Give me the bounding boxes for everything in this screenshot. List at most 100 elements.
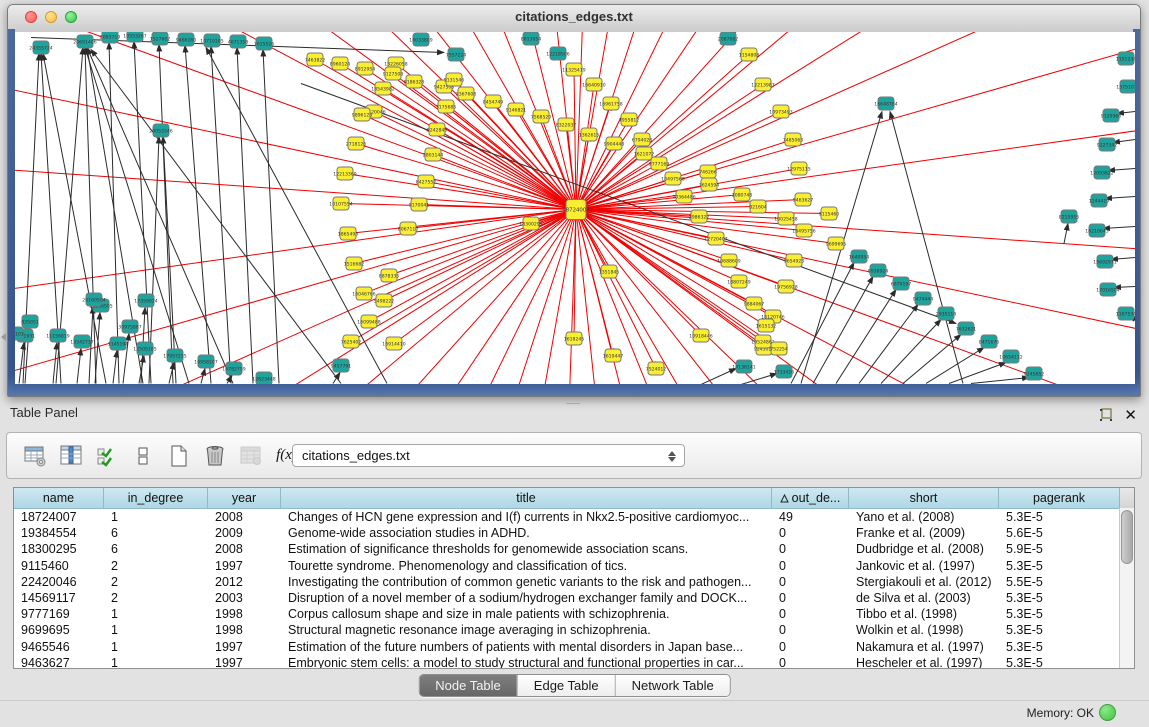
graph-edge[interactable] <box>159 45 173 384</box>
table-cell[interactable]: 0 <box>772 558 849 574</box>
table-cell[interactable]: 0 <box>772 606 849 622</box>
graph-edge[interactable] <box>574 70 576 210</box>
table-cell[interactable]: 0 <box>772 574 849 590</box>
table-cell[interactable]: Estimation of the future numbers of pati… <box>281 639 772 655</box>
network-view-window[interactable]: citations_edges.txt 24355724206914062093… <box>7 4 1141 397</box>
graph-edge[interactable] <box>206 48 387 384</box>
table-cell[interactable]: 2003 <box>208 590 281 606</box>
table-cell[interactable]: 22420046 <box>14 574 104 590</box>
table-cell[interactable]: de Silva et al. (2003) <box>849 590 999 606</box>
table-cell[interactable]: 2008 <box>208 541 281 557</box>
table-cell[interactable]: 6 <box>104 541 208 557</box>
graph-edge[interactable] <box>87 48 233 384</box>
table-cell[interactable]: Structural magnetic resonance image aver… <box>281 622 772 638</box>
graph-edge[interactable] <box>1113 140 1135 143</box>
graph-edge[interactable] <box>1108 169 1135 171</box>
table-row[interactable]: 1872400712008Changes of HCN gene express… <box>14 509 1134 525</box>
network-window-titlebar[interactable]: citations_edges.txt <box>8 5 1140 30</box>
graph-edge[interactable] <box>1064 224 1068 244</box>
table-row[interactable]: 969969511998Structural magnetic resonanc… <box>14 622 1134 638</box>
column-header-out-degree[interactable]: out_de... <box>772 488 849 508</box>
graph-edge[interactable] <box>163 137 176 384</box>
table-cell[interactable]: 2 <box>104 558 208 574</box>
table-cell[interactable]: 5.3E-5 <box>999 622 1120 638</box>
network-graph[interactable]: 2435572420691406209371910553267152760294… <box>15 32 1135 384</box>
table-cell[interactable]: Investigating the contribution of common… <box>281 574 772 590</box>
tab-edge-table[interactable]: Edge Table <box>517 675 615 696</box>
table-cell[interactable]: 0 <box>772 622 849 638</box>
table-row[interactable]: 911546021997Tourette syndrome. Phenomeno… <box>14 558 1134 574</box>
table-cell[interactable]: Dudbridge et al. (2008) <box>849 541 999 557</box>
column-header-in-degree[interactable]: in_degree <box>104 488 208 508</box>
tab-node-table[interactable]: Node Table <box>419 675 517 696</box>
graph-edge[interactable] <box>1105 197 1135 199</box>
table-cell[interactable]: 9465546 <box>14 639 104 655</box>
scrollbar-thumb[interactable] <box>1121 510 1133 564</box>
table-row[interactable]: 1938455462009Genome-wide association stu… <box>14 525 1134 541</box>
table-cell[interactable]: Embryonic stem cells: a model to study s… <box>281 655 772 669</box>
graph-edge[interactable] <box>903 335 961 384</box>
table-cell[interactable]: Franke et al. (2009) <box>849 525 999 541</box>
table-cell[interactable]: Jankovic et al. (1997) <box>849 558 999 574</box>
table-cell[interactable]: Nakamura et al. (1997) <box>849 639 999 655</box>
table-row[interactable]: 977716911998Corpus callosum shape and si… <box>14 606 1134 622</box>
column-header-year[interactable]: year <box>208 488 281 508</box>
table-cell[interactable]: Disruption of a novel member of a sodium… <box>281 590 772 606</box>
table-cell[interactable]: 0 <box>772 655 849 669</box>
table-cell[interactable]: 1 <box>104 639 208 655</box>
float-panel-icon[interactable] <box>1099 408 1113 422</box>
table-cell[interactable]: Yano et al. (2008) <box>849 509 999 525</box>
table-cell[interactable]: 19384554 <box>14 525 104 541</box>
table-cell[interactable]: 18724007 <box>14 509 104 525</box>
column-header-name[interactable]: name <box>14 488 104 508</box>
table-scrollbar[interactable] <box>1119 508 1134 668</box>
sidebar-collapse-handle[interactable] <box>1 333 6 341</box>
table-row[interactable]: 946554611997Estimation of the future num… <box>14 639 1134 655</box>
graph-edge[interactable] <box>1103 227 1135 229</box>
tab-network-table[interactable]: Network Table <box>615 675 730 696</box>
row-height-button[interactable] <box>129 442 156 469</box>
table-cell[interactable]: 9777169 <box>14 606 104 622</box>
table-cell[interactable]: Tourette syndrome. Phenomenology and cla… <box>281 558 772 574</box>
table-cell[interactable]: Corpus callosum shape and size in male p… <box>281 606 772 622</box>
table-cell[interactable]: 0 <box>772 525 849 541</box>
select-columns-button[interactable] <box>93 442 120 469</box>
table-cell[interactable]: 1 <box>104 655 208 669</box>
graph-edge[interactable] <box>263 50 279 384</box>
graph-edge[interactable] <box>1117 112 1135 114</box>
table-cell[interactable]: Estimation of significance thresholds fo… <box>281 541 772 557</box>
graph-edge[interactable] <box>211 47 231 384</box>
table-cell[interactable]: 5.3E-5 <box>999 509 1120 525</box>
graph-edge[interactable] <box>85 48 96 384</box>
table-cell[interactable]: Stergiakouli et al. (2012) <box>849 574 999 590</box>
graph-edge[interactable] <box>374 112 576 210</box>
table-cell[interactable]: Wolkin et al. (1998) <box>849 622 999 638</box>
table-cell[interactable]: 2009 <box>208 525 281 541</box>
graph-edge[interactable] <box>971 378 1029 384</box>
table-cell[interactable]: 5.3E-5 <box>999 590 1120 606</box>
column-header-title[interactable]: title <box>281 488 772 508</box>
table-cell[interactable]: 5.3E-5 <box>999 606 1120 622</box>
table-cell[interactable]: 1997 <box>208 558 281 574</box>
table-cell[interactable]: 1 <box>104 509 208 525</box>
graph-edge[interactable] <box>859 305 918 384</box>
table-cell[interactable]: 9463627 <box>14 655 104 669</box>
table-cell[interactable]: 5.5E-5 <box>999 574 1120 590</box>
table-cell[interactable]: 1997 <box>208 655 281 669</box>
table-cell[interactable]: 5.3E-5 <box>999 655 1120 669</box>
graph-edge[interactable] <box>576 210 701 336</box>
table-cell[interactable]: 1 <box>104 622 208 638</box>
create-column-button[interactable] <box>165 442 192 469</box>
network-selector[interactable]: citations_edges.txt <box>292 444 685 467</box>
table-row[interactable]: 946362711997Embryonic stem cells: a mode… <box>14 655 1134 669</box>
table-cell[interactable]: 14569117 <box>14 590 104 606</box>
table-cell[interactable]: 5.9E-5 <box>999 541 1120 557</box>
close-panel-icon[interactable]: ✕ <box>1124 406 1137 424</box>
graph-edge[interactable] <box>576 210 773 317</box>
network-canvas-area[interactable]: 2435572420691406209371910553267152760294… <box>15 32 1135 384</box>
table-cell[interactable]: 49 <box>772 509 849 525</box>
graph-edge[interactable] <box>356 144 576 210</box>
table-cell[interactable]: 18300295 <box>14 541 104 557</box>
graph-edge[interactable] <box>237 48 253 384</box>
panel-splitter-handle[interactable] <box>566 398 580 404</box>
